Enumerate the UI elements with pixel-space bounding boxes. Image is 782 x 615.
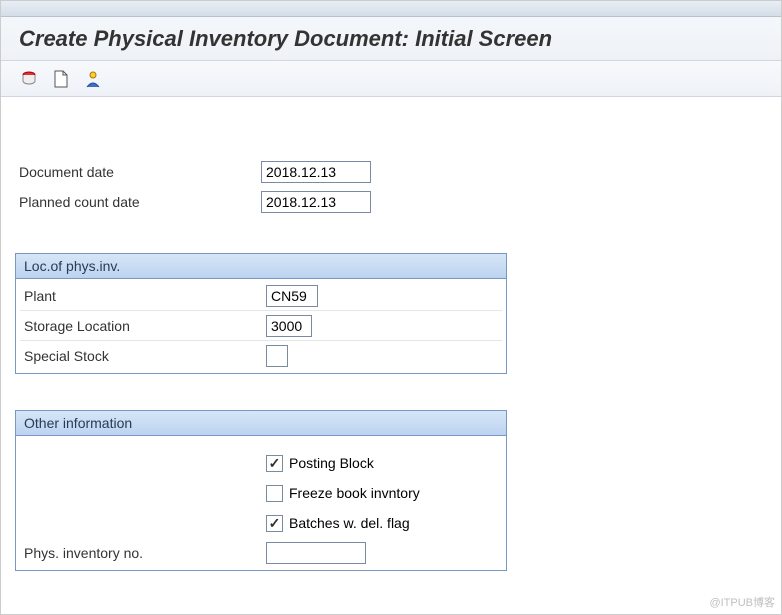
planned-count-date-input[interactable]: [261, 191, 371, 213]
top-thin-bar: [1, 1, 781, 17]
special-stock-label: Special Stock: [20, 348, 266, 364]
title-bar: Create Physical Inventory Document: Init…: [1, 17, 781, 61]
loc-phys-inv-panel: Loc.of phys.inv. Plant Storage Location …: [15, 253, 507, 374]
posting-block-checkbox[interactable]: [266, 455, 283, 472]
spacer: [15, 217, 767, 253]
freeze-book-label: Freeze book invntory: [289, 485, 420, 501]
other-info-panel: Other information Posting Block Freeze b…: [15, 410, 507, 571]
posting-block-label: Posting Block: [289, 455, 374, 471]
batches-del-flag-label: Batches w. del. flag: [289, 515, 410, 531]
other-info-header: Other information: [16, 411, 506, 436]
planned-count-date-label: Planned count date: [15, 194, 261, 210]
document-date-input[interactable]: [261, 161, 371, 183]
spacer: [15, 374, 767, 410]
document-date-row: Document date: [15, 157, 767, 187]
content-area: Document date Planned count date Loc.of …: [1, 97, 781, 585]
loc-phys-inv-header: Loc.of phys.inv.: [16, 254, 506, 279]
spacer: [20, 438, 502, 448]
loc-phys-inv-body: Plant Storage Location Special Stock: [16, 279, 506, 373]
other-info-body: Posting Block Freeze book invntory Batch…: [16, 436, 506, 570]
database-icon[interactable]: [19, 69, 39, 89]
toolbar: [1, 61, 781, 97]
batches-del-flag-checkbox[interactable]: [266, 515, 283, 532]
person-icon[interactable]: [83, 69, 103, 89]
phys-inventory-no-label: Phys. inventory no.: [20, 545, 266, 561]
phys-inventory-no-input[interactable]: [266, 542, 366, 564]
document-date-label: Document date: [15, 164, 261, 180]
freeze-book-checkbox[interactable]: [266, 485, 283, 502]
plant-input[interactable]: [266, 285, 318, 307]
page-title: Create Physical Inventory Document: Init…: [19, 26, 552, 52]
app-window: Create Physical Inventory Document: Init…: [0, 0, 782, 615]
watermark: @ITPUB博客: [709, 594, 775, 610]
page-icon[interactable]: [51, 69, 71, 89]
planned-count-date-row: Planned count date: [15, 187, 767, 217]
storage-location-label: Storage Location: [20, 318, 266, 334]
special-stock-input[interactable]: [266, 345, 288, 367]
plant-label: Plant: [20, 288, 266, 304]
storage-location-input[interactable]: [266, 315, 312, 337]
